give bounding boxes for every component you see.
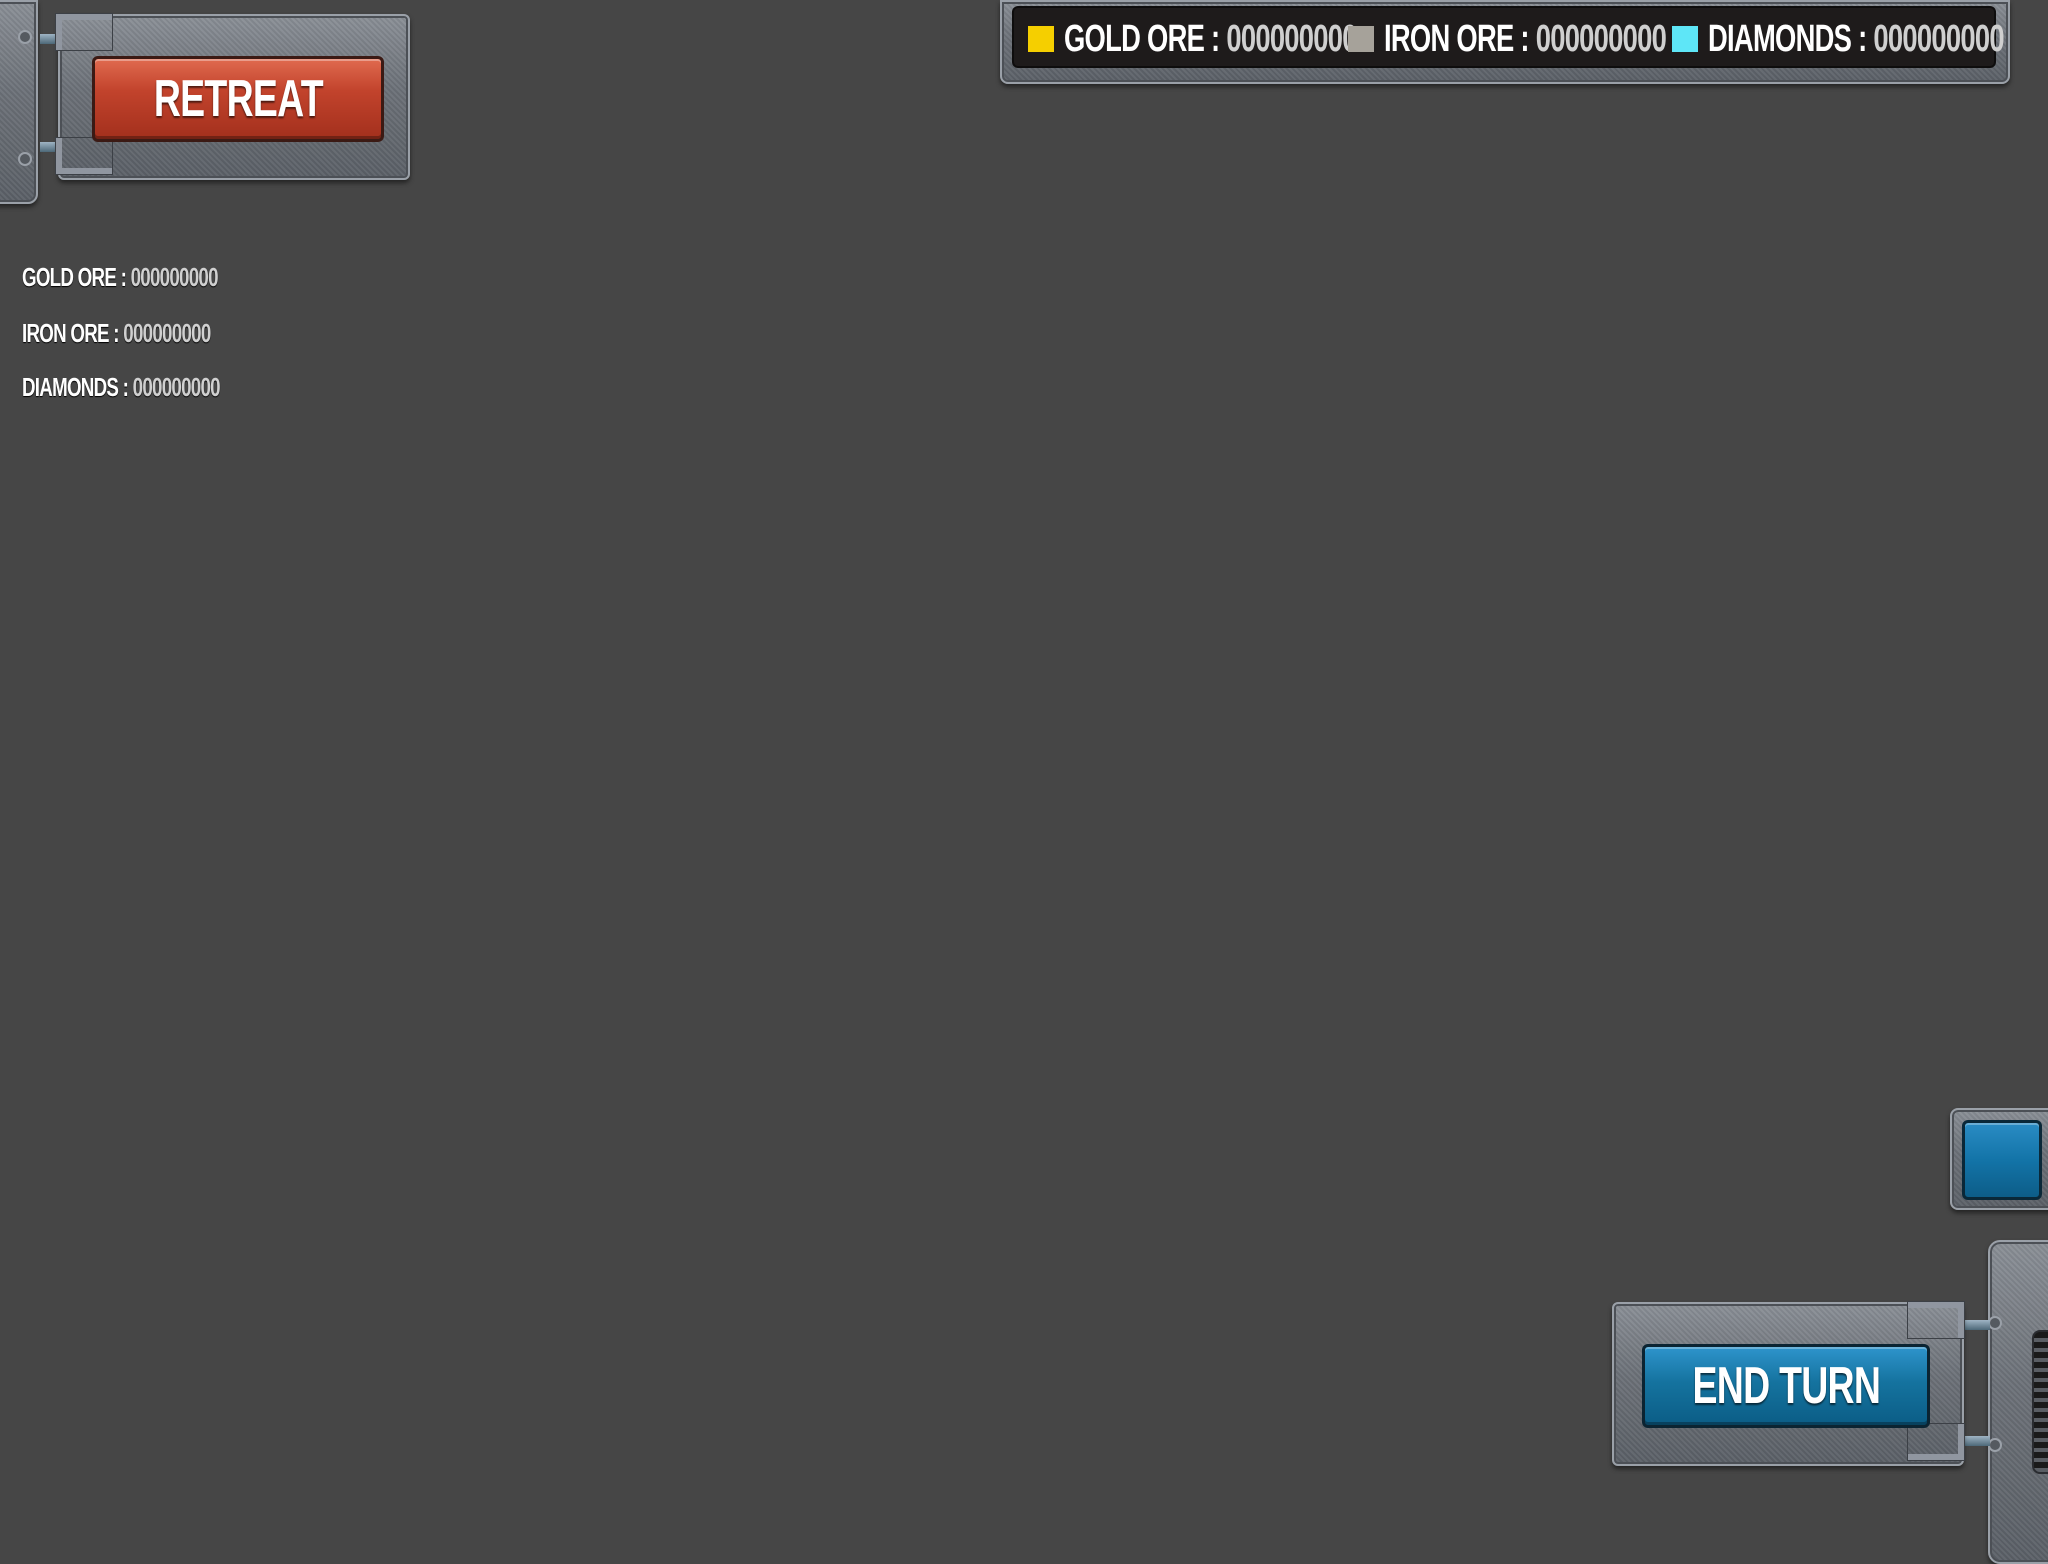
iron-ore-swatch-icon <box>1348 26 1374 52</box>
vent-grille <box>2032 1330 2048 1474</box>
iron-ore-label: IRON ORE : <box>22 318 120 348</box>
gold-ore-value: 000000000 <box>130 262 219 292</box>
panel-bracket <box>1908 1424 1964 1460</box>
left-stat-diamonds: DIAMONDS : 000000000 <box>22 372 297 403</box>
gold-ore-swatch-icon <box>1028 26 1054 52</box>
diamonds-swatch-icon <box>1672 26 1698 52</box>
diamonds-value: 000000000 <box>132 372 221 402</box>
resource-diamonds: DIAMONDS : 000000000 <box>1672 17 2048 60</box>
connector-pipe <box>1960 1436 1990 1446</box>
retreat-button-label: RETREAT <box>153 70 323 128</box>
resource-diamonds-value: 000000000 <box>1873 17 2004 60</box>
square-blue-button[interactable] <box>1962 1120 2042 1200</box>
retreat-button[interactable]: RETREAT <box>92 56 384 142</box>
left-stat-gold: GOLD ORE : 000000000 <box>22 262 294 293</box>
iron-ore-value: 000000000 <box>123 318 211 348</box>
panel-bracket <box>56 138 112 174</box>
resource-iron-value: 000000000 <box>1535 17 1667 60</box>
panel-bracket <box>56 14 112 50</box>
panel-bracket <box>1908 1302 1964 1338</box>
bolt-icon <box>1988 1316 2002 1330</box>
left-side-pole <box>0 0 38 204</box>
end-turn-button-label: END TURN <box>1692 1357 1880 1415</box>
bolt-icon <box>18 30 32 44</box>
resource-iron-label: IRON ORE : <box>1384 17 1530 60</box>
bolt-icon <box>1988 1438 2002 1452</box>
resource-gold-label: GOLD ORE : <box>1064 17 1220 60</box>
end-turn-button[interactable]: END TURN <box>1642 1344 1930 1428</box>
gold-ore-label: GOLD ORE : <box>22 262 127 292</box>
connector-pipe <box>1960 1320 1990 1330</box>
resource-diamonds-label: DIAMONDS : <box>1708 17 1867 60</box>
resource-gold-value: 000000000 <box>1226 17 1357 60</box>
left-stat-iron: IRON ORE : 000000000 <box>22 318 284 349</box>
bolt-icon <box>18 152 32 166</box>
diamonds-label: DIAMONDS : <box>22 372 129 402</box>
